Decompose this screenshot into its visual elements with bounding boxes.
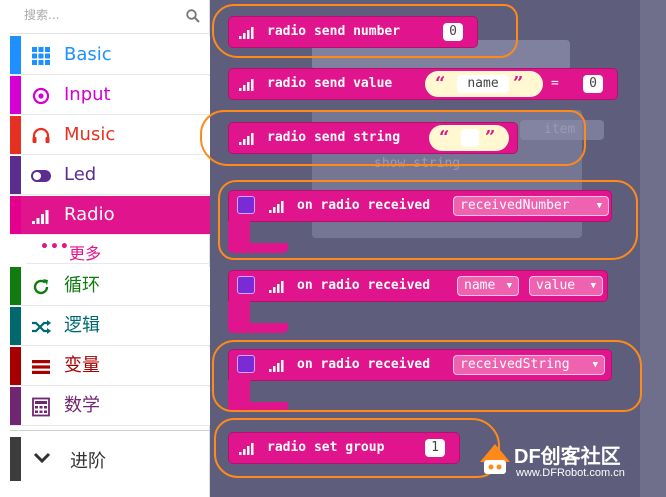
dropdown-arrow-icon: ▼ xyxy=(590,281,596,291)
shuffle-icon xyxy=(32,320,51,334)
variable-dropdown[interactable]: name ▼ xyxy=(457,276,519,296)
block-label: on radio received xyxy=(297,198,431,213)
category-label: Music xyxy=(64,124,116,145)
subcategory-more[interactable]: ••• 更多 xyxy=(26,236,210,264)
category-logic[interactable]: 逻辑 xyxy=(10,307,210,346)
string-input[interactable]: “ ” xyxy=(429,125,509,151)
signal-icon xyxy=(239,79,254,91)
toolbox-search xyxy=(10,0,210,34)
subcategory-label: 更多 xyxy=(69,244,102,263)
category-basic[interactable]: Basic xyxy=(10,36,210,75)
block-label: radio send value xyxy=(267,76,393,91)
category-music[interactable]: Music xyxy=(10,116,210,155)
variable-name: value xyxy=(536,278,576,293)
empty-string-value[interactable] xyxy=(461,129,479,147)
signal-icon xyxy=(269,281,284,293)
block-on-radio-received-string[interactable]: on radio received receivedString ▼ xyxy=(228,349,612,381)
category-loops[interactable]: 循环 xyxy=(10,267,210,306)
signal-icon xyxy=(32,210,49,224)
calculator-icon xyxy=(32,397,50,417)
signal-icon xyxy=(239,133,254,145)
category-input[interactable]: Input xyxy=(10,76,210,115)
category-label: Radio xyxy=(64,204,115,225)
equals-sign: = xyxy=(551,76,559,91)
block-radio-set-group[interactable]: radio set group 1 xyxy=(228,432,460,464)
dropdown-arrow-icon: ▼ xyxy=(596,201,602,211)
dfrobot-logo-icon xyxy=(480,444,510,474)
variable-name: receivedNumber xyxy=(460,198,570,213)
ghost-text: show string xyxy=(374,156,461,171)
toolbox-divider xyxy=(10,430,210,431)
category-label: 进阶 xyxy=(70,451,106,472)
gear-icon[interactable] xyxy=(237,355,255,373)
toolbox: Basic Input Music Led Radio • xyxy=(0,0,210,497)
category-math[interactable]: 数学 xyxy=(10,387,210,426)
variable-name: name xyxy=(464,278,496,293)
search-icon[interactable] xyxy=(186,9,200,23)
category-label: Input xyxy=(64,84,111,105)
variable-dropdown[interactable]: receivedString ▼ xyxy=(453,355,605,375)
variable-dropdown[interactable]: value ▼ xyxy=(529,276,603,296)
target-icon xyxy=(32,87,50,105)
signal-icon xyxy=(269,360,284,372)
category-label: 数学 xyxy=(64,395,100,416)
block-radio-send-string[interactable]: radio send string “ ” xyxy=(228,122,518,154)
number-input[interactable]: 0 xyxy=(443,23,463,41)
block-radio-send-value[interactable]: radio send value “ name ” = 0 xyxy=(228,68,618,100)
category-label: Basic xyxy=(64,44,112,65)
dfrobot-watermark: DF创客社区 www.DFRobot.com.cn xyxy=(478,440,666,496)
more-dots-icon: ••• xyxy=(40,239,70,255)
block-label: radio send string xyxy=(267,130,401,145)
number-input[interactable]: 1 xyxy=(425,439,445,457)
refresh-icon xyxy=(33,279,49,295)
block-body xyxy=(228,243,288,253)
category-label: 循环 xyxy=(64,275,100,296)
block-body xyxy=(228,402,288,412)
name-value[interactable]: name xyxy=(457,75,509,93)
search-input[interactable] xyxy=(24,8,174,22)
signal-icon xyxy=(239,27,254,39)
block-radio-send-number[interactable]: radio send number 0 xyxy=(228,16,478,48)
block-label: radio send number xyxy=(267,24,401,39)
gear-icon[interactable] xyxy=(237,196,255,214)
block-label: on radio received xyxy=(297,278,431,293)
ghost-text: item xyxy=(544,122,576,137)
watermark-url: www.DFRobot.com.cn xyxy=(516,467,625,479)
block-on-radio-received-name-value[interactable]: on radio received name ▼ value ▼ xyxy=(228,270,608,302)
variable-name: receivedString xyxy=(460,357,570,372)
gear-icon[interactable] xyxy=(237,276,255,294)
variable-dropdown[interactable]: receivedNumber ▼ xyxy=(453,196,609,216)
list-icon xyxy=(32,360,50,374)
watermark-brand: DF创客社区 xyxy=(514,446,621,468)
category-label: 逻辑 xyxy=(64,315,100,336)
category-led[interactable]: Led xyxy=(10,156,210,195)
signal-icon xyxy=(269,201,284,213)
category-variables[interactable]: 变量 xyxy=(10,347,210,386)
number-input[interactable]: 0 xyxy=(583,75,603,93)
toggle-icon xyxy=(31,170,51,182)
dropdown-arrow-icon: ▼ xyxy=(592,360,598,370)
category-radio[interactable]: Radio xyxy=(10,196,210,235)
category-label: Led xyxy=(64,164,97,185)
dropdown-arrow-icon: ▼ xyxy=(506,281,512,291)
block-body xyxy=(228,323,288,333)
category-advanced[interactable]: 进阶 xyxy=(10,437,210,481)
category-label: 变量 xyxy=(64,355,100,376)
block-label: radio set group xyxy=(267,440,385,455)
string-input[interactable]: “ name ” xyxy=(425,71,543,97)
block-on-radio-received-number[interactable]: on radio received receivedNumber ▼ xyxy=(228,190,612,222)
chevron-down-icon xyxy=(33,452,51,464)
signal-icon xyxy=(239,443,254,455)
grid-icon xyxy=(32,47,50,65)
block-label: on radio received xyxy=(297,357,431,372)
headphones-icon xyxy=(32,127,50,143)
